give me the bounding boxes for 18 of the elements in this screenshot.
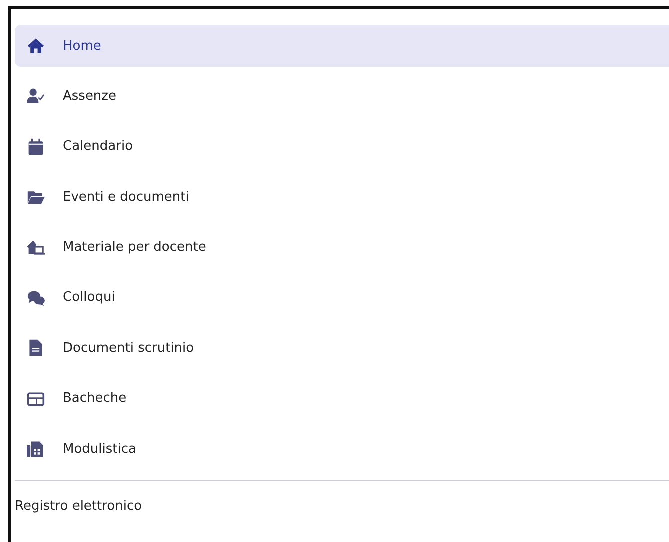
menu-item[interactable]: Eventi e documenti bbox=[15, 176, 669, 218]
menu-item[interactable]: Documenti scrutinio bbox=[15, 327, 669, 370]
footer-label: Registro elettronico bbox=[15, 499, 144, 514]
menu-item[interactable]: Home bbox=[15, 25, 669, 67]
menu-item[interactable]: Bacheche bbox=[15, 378, 669, 420]
document-icon bbox=[27, 339, 45, 358]
menu-item[interactable]: Modulistica bbox=[15, 428, 669, 470]
menu-item[interactable]: Materiale per docente bbox=[15, 226, 669, 269]
fax-icon bbox=[27, 440, 45, 458]
house-laptop-icon bbox=[27, 238, 45, 257]
person-check-icon bbox=[27, 87, 45, 106]
menu-item[interactable]: Calendario bbox=[15, 126, 669, 168]
menu-item[interactable]: Assenze bbox=[15, 75, 669, 118]
calendar-icon bbox=[27, 138, 45, 156]
chat-bubbles-icon bbox=[27, 288, 45, 307]
menu-item[interactable]: Colloqui bbox=[15, 276, 669, 319]
board-icon bbox=[27, 390, 45, 408]
home-icon bbox=[27, 37, 45, 55]
